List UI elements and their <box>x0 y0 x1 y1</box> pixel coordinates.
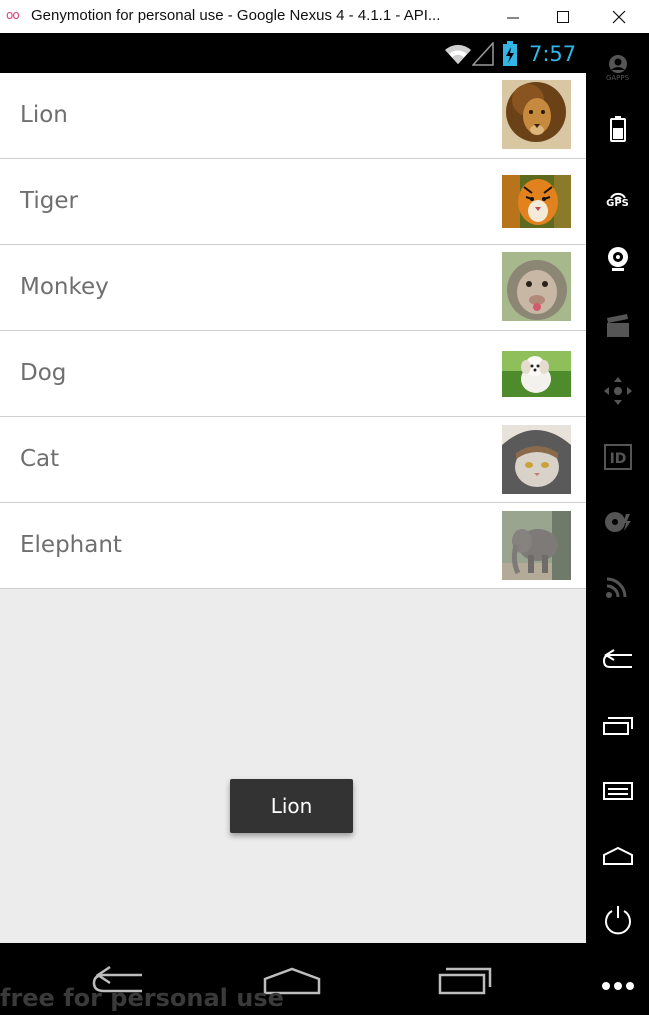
dpad-icon <box>603 377 632 405</box>
webcam-button[interactable] <box>586 237 649 283</box>
animal-list: Lion Tiger Monkey Dog Cat Elephant <box>0 73 586 589</box>
signal-icon <box>472 42 494 66</box>
list-item-elephant[interactable]: Elephant <box>0 503 586 589</box>
elephant-image <box>502 511 571 580</box>
home-icon <box>602 846 633 865</box>
list-item-tiger[interactable]: Tiger <box>0 159 586 245</box>
maximize-icon <box>557 10 569 23</box>
monkey-image <box>502 252 571 321</box>
list-item-lion[interactable]: Lion <box>0 73 586 159</box>
list-item-dog[interactable]: Dog <box>0 331 586 417</box>
list-item-label: Tiger <box>20 188 78 214</box>
clapperboard-icon <box>606 314 629 337</box>
close-icon <box>612 10 626 23</box>
lion-image <box>502 80 571 149</box>
battery-icon <box>609 116 626 142</box>
dog-image <box>502 351 571 397</box>
id-label: ID <box>609 451 626 467</box>
sidebar-home-button[interactable] <box>586 833 649 879</box>
maximize-button[interactable] <box>540 0 586 33</box>
dpad-button[interactable] <box>586 368 649 414</box>
app-content: Lion Tiger Monkey Dog Cat Elephant Lion <box>0 73 586 943</box>
list-item-label: Monkey <box>20 274 109 300</box>
back-icon <box>602 649 632 668</box>
minimize-button[interactable] <box>490 0 536 33</box>
genymotion-logo: oo <box>6 8 20 22</box>
disk-io-button[interactable] <box>586 499 649 545</box>
watermark: free for personal use <box>0 984 284 1012</box>
gapps-label: GAPPS <box>605 74 630 82</box>
sidebar-back-button[interactable] <box>586 637 649 683</box>
webcam-icon <box>607 247 628 271</box>
battery-button[interactable] <box>586 106 649 152</box>
close-button[interactable] <box>596 0 642 33</box>
identifiers-button[interactable]: ID <box>586 434 649 480</box>
list-item-monkey[interactable]: Monkey <box>0 245 586 331</box>
cat-image <box>502 425 571 494</box>
sidebar-recent-apps-button[interactable] <box>586 703 649 749</box>
list-item-label: Elephant <box>20 532 122 558</box>
list-item-cat[interactable]: Cat <box>0 417 586 503</box>
id-icon: ID <box>603 444 632 470</box>
recent-apps-icon[interactable] <box>436 963 496 997</box>
status-bar: 7:57 <box>0 33 586 73</box>
list-item-label: Dog <box>20 360 67 386</box>
tiger-image <box>502 175 571 228</box>
gapps-button[interactable]: GAPPS <box>586 45 649 91</box>
window-title-bar: oo Genymotion for personal use - Google … <box>0 0 649 33</box>
menu-icon <box>602 782 633 800</box>
screencast-button[interactable] <box>586 303 649 349</box>
toast-message: Lion <box>230 779 353 833</box>
power-button[interactable] <box>586 897 649 943</box>
list-item-label: Cat <box>20 446 60 472</box>
gps-label: GPS <box>606 197 629 209</box>
window-title: Genymotion for personal use - Google Nex… <box>31 7 441 24</box>
recent-apps-icon <box>602 717 633 735</box>
battery-charging-icon <box>503 41 517 66</box>
gapps-icon <box>608 55 627 73</box>
gps-button[interactable]: GPS <box>586 175 649 221</box>
clock: 7:57 <box>529 42 577 66</box>
minimize-icon <box>507 17 519 18</box>
more-icon <box>601 982 634 990</box>
remote-control-button[interactable] <box>586 563 649 609</box>
power-icon <box>604 906 631 935</box>
genymotion-toolbar: GAPPS GPS ID <box>586 33 649 1015</box>
list-item-label: Lion <box>20 102 68 128</box>
more-button[interactable] <box>586 963 649 1009</box>
rss-icon <box>605 577 626 598</box>
disk-icon <box>604 512 631 532</box>
wifi-icon <box>445 44 471 64</box>
toast-text: Lion <box>270 794 313 818</box>
sidebar-menu-button[interactable] <box>586 767 649 813</box>
